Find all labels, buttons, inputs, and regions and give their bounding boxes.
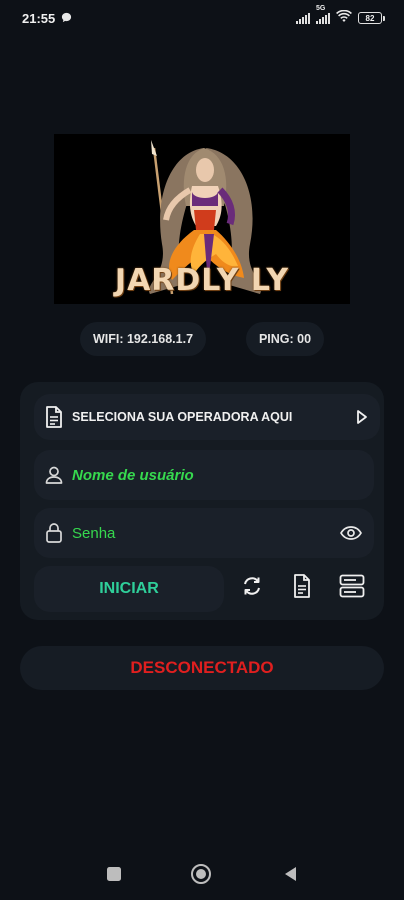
home-button[interactable] <box>189 863 213 886</box>
lock-icon <box>36 522 72 544</box>
circle-icon <box>190 863 212 890</box>
operator-selector[interactable]: SELECIONA SUA OPERADORA AQUI <box>34 394 380 440</box>
signal-5g-icon: 5G <box>316 5 330 24</box>
servers-button[interactable] <box>334 570 370 606</box>
status-right: 5G 82 <box>296 5 385 26</box>
play-arrow-icon <box>356 409 368 425</box>
clock: 21:55 <box>22 10 56 26</box>
battery-level: 82 <box>365 13 375 23</box>
back-button[interactable] <box>278 866 302 886</box>
logo-title: JARDLY LY <box>114 263 290 298</box>
username-field[interactable]: Nome de usuário <box>34 450 374 500</box>
connection-status: DESCONECTADO <box>20 646 384 690</box>
eye-icon[interactable] <box>340 526 362 540</box>
network-type-label: 5G <box>316 5 326 12</box>
logs-button[interactable] <box>284 570 320 606</box>
square-icon <box>106 866 122 887</box>
wifi-address-badge: WIFI: 192.168.1.7 <box>80 322 206 356</box>
server-icon <box>339 574 365 603</box>
refresh-icon <box>241 575 263 602</box>
refresh-button[interactable] <box>234 570 270 606</box>
password-placeholder: Senha <box>72 524 116 542</box>
chat-notification-icon <box>61 11 72 26</box>
triangle-back-icon <box>282 865 298 888</box>
operator-label: SELECIONA SUA OPERADORA AQUI <box>72 410 293 424</box>
status-bar: 21:55 5G 82 <box>0 0 404 36</box>
recents-button[interactable] <box>102 866 126 886</box>
wifi-icon <box>336 9 352 26</box>
password-field[interactable]: Senha <box>34 508 374 558</box>
user-icon <box>36 465 72 485</box>
username-placeholder: Nome de usuário <box>72 466 194 484</box>
document-icon <box>293 573 311 603</box>
signal-icon <box>296 12 310 24</box>
status-left: 21:55 <box>22 11 72 26</box>
document-icon <box>36 406 72 428</box>
start-button[interactable]: INICIAR <box>34 566 224 612</box>
app-logo-banner: JARDLY LY <box>54 134 350 304</box>
navigation-bar <box>0 850 404 900</box>
battery-icon: 82 <box>358 12 385 24</box>
ping-badge: PING: 00 <box>246 322 324 356</box>
